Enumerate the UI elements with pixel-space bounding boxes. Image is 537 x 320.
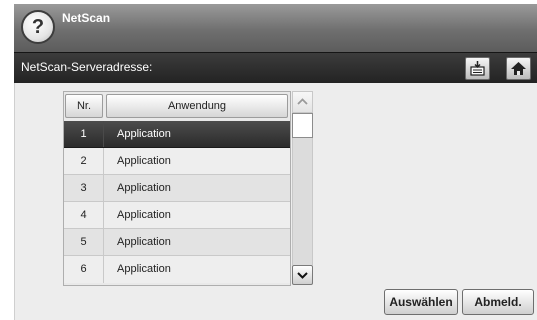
- column-header-nr[interactable]: Nr.: [65, 94, 103, 118]
- title-bar: ? NetScan: [14, 4, 537, 52]
- select-button[interactable]: Auswählen: [384, 289, 458, 315]
- home-icon: [511, 62, 526, 75]
- scroll-down-button[interactable]: [292, 265, 313, 285]
- help-icon: ?: [31, 16, 45, 38]
- row-application: Application: [117, 182, 171, 194]
- table-row[interactable]: 3 Application: [64, 175, 290, 202]
- table-row[interactable]: 6 Application: [64, 256, 290, 283]
- row-number: 3: [64, 175, 104, 201]
- application-table: Nr. Anwendung 1 Application 2 Applicatio…: [63, 91, 291, 286]
- scroll-up-button[interactable]: [292, 91, 313, 113]
- app-title: NetScan: [62, 11, 111, 25]
- address-bar: NetScan-Serveradresse:: [14, 52, 537, 84]
- row-number: 6: [64, 256, 104, 283]
- row-application: Application: [117, 209, 171, 221]
- row-number: 4: [64, 202, 104, 228]
- netscan-screen: ? NetScan NetScan-Serveradresse: Nr. Anw…: [0, 0, 537, 320]
- scrollbar-thumb[interactable]: [292, 113, 313, 138]
- row-application: Application: [117, 128, 171, 140]
- row-application: Application: [117, 263, 171, 275]
- chevron-up-icon: [297, 98, 308, 105]
- table-row[interactable]: 5 Application: [64, 229, 290, 256]
- row-number: 2: [64, 148, 104, 174]
- row-application: Application: [117, 155, 171, 167]
- logout-button[interactable]: Abmeld.: [462, 289, 534, 315]
- help-button[interactable]: ?: [21, 10, 55, 44]
- column-header-application[interactable]: Anwendung: [106, 94, 288, 118]
- content-area: Nr. Anwendung 1 Application 2 Applicatio…: [14, 83, 537, 320]
- home-button[interactable]: [506, 57, 531, 80]
- chevron-down-icon: [297, 272, 308, 279]
- table-row[interactable]: 2 Application: [64, 148, 290, 175]
- row-number: 1: [64, 121, 104, 147]
- server-address-label: NetScan-Serveradresse:: [21, 60, 153, 74]
- row-application: Application: [117, 236, 171, 248]
- edit-icon: [470, 61, 485, 76]
- row-number: 5: [64, 229, 104, 255]
- edit-button[interactable]: [465, 57, 490, 80]
- table-row[interactable]: 1 Application: [64, 121, 290, 148]
- table-row[interactable]: 4 Application: [64, 202, 290, 229]
